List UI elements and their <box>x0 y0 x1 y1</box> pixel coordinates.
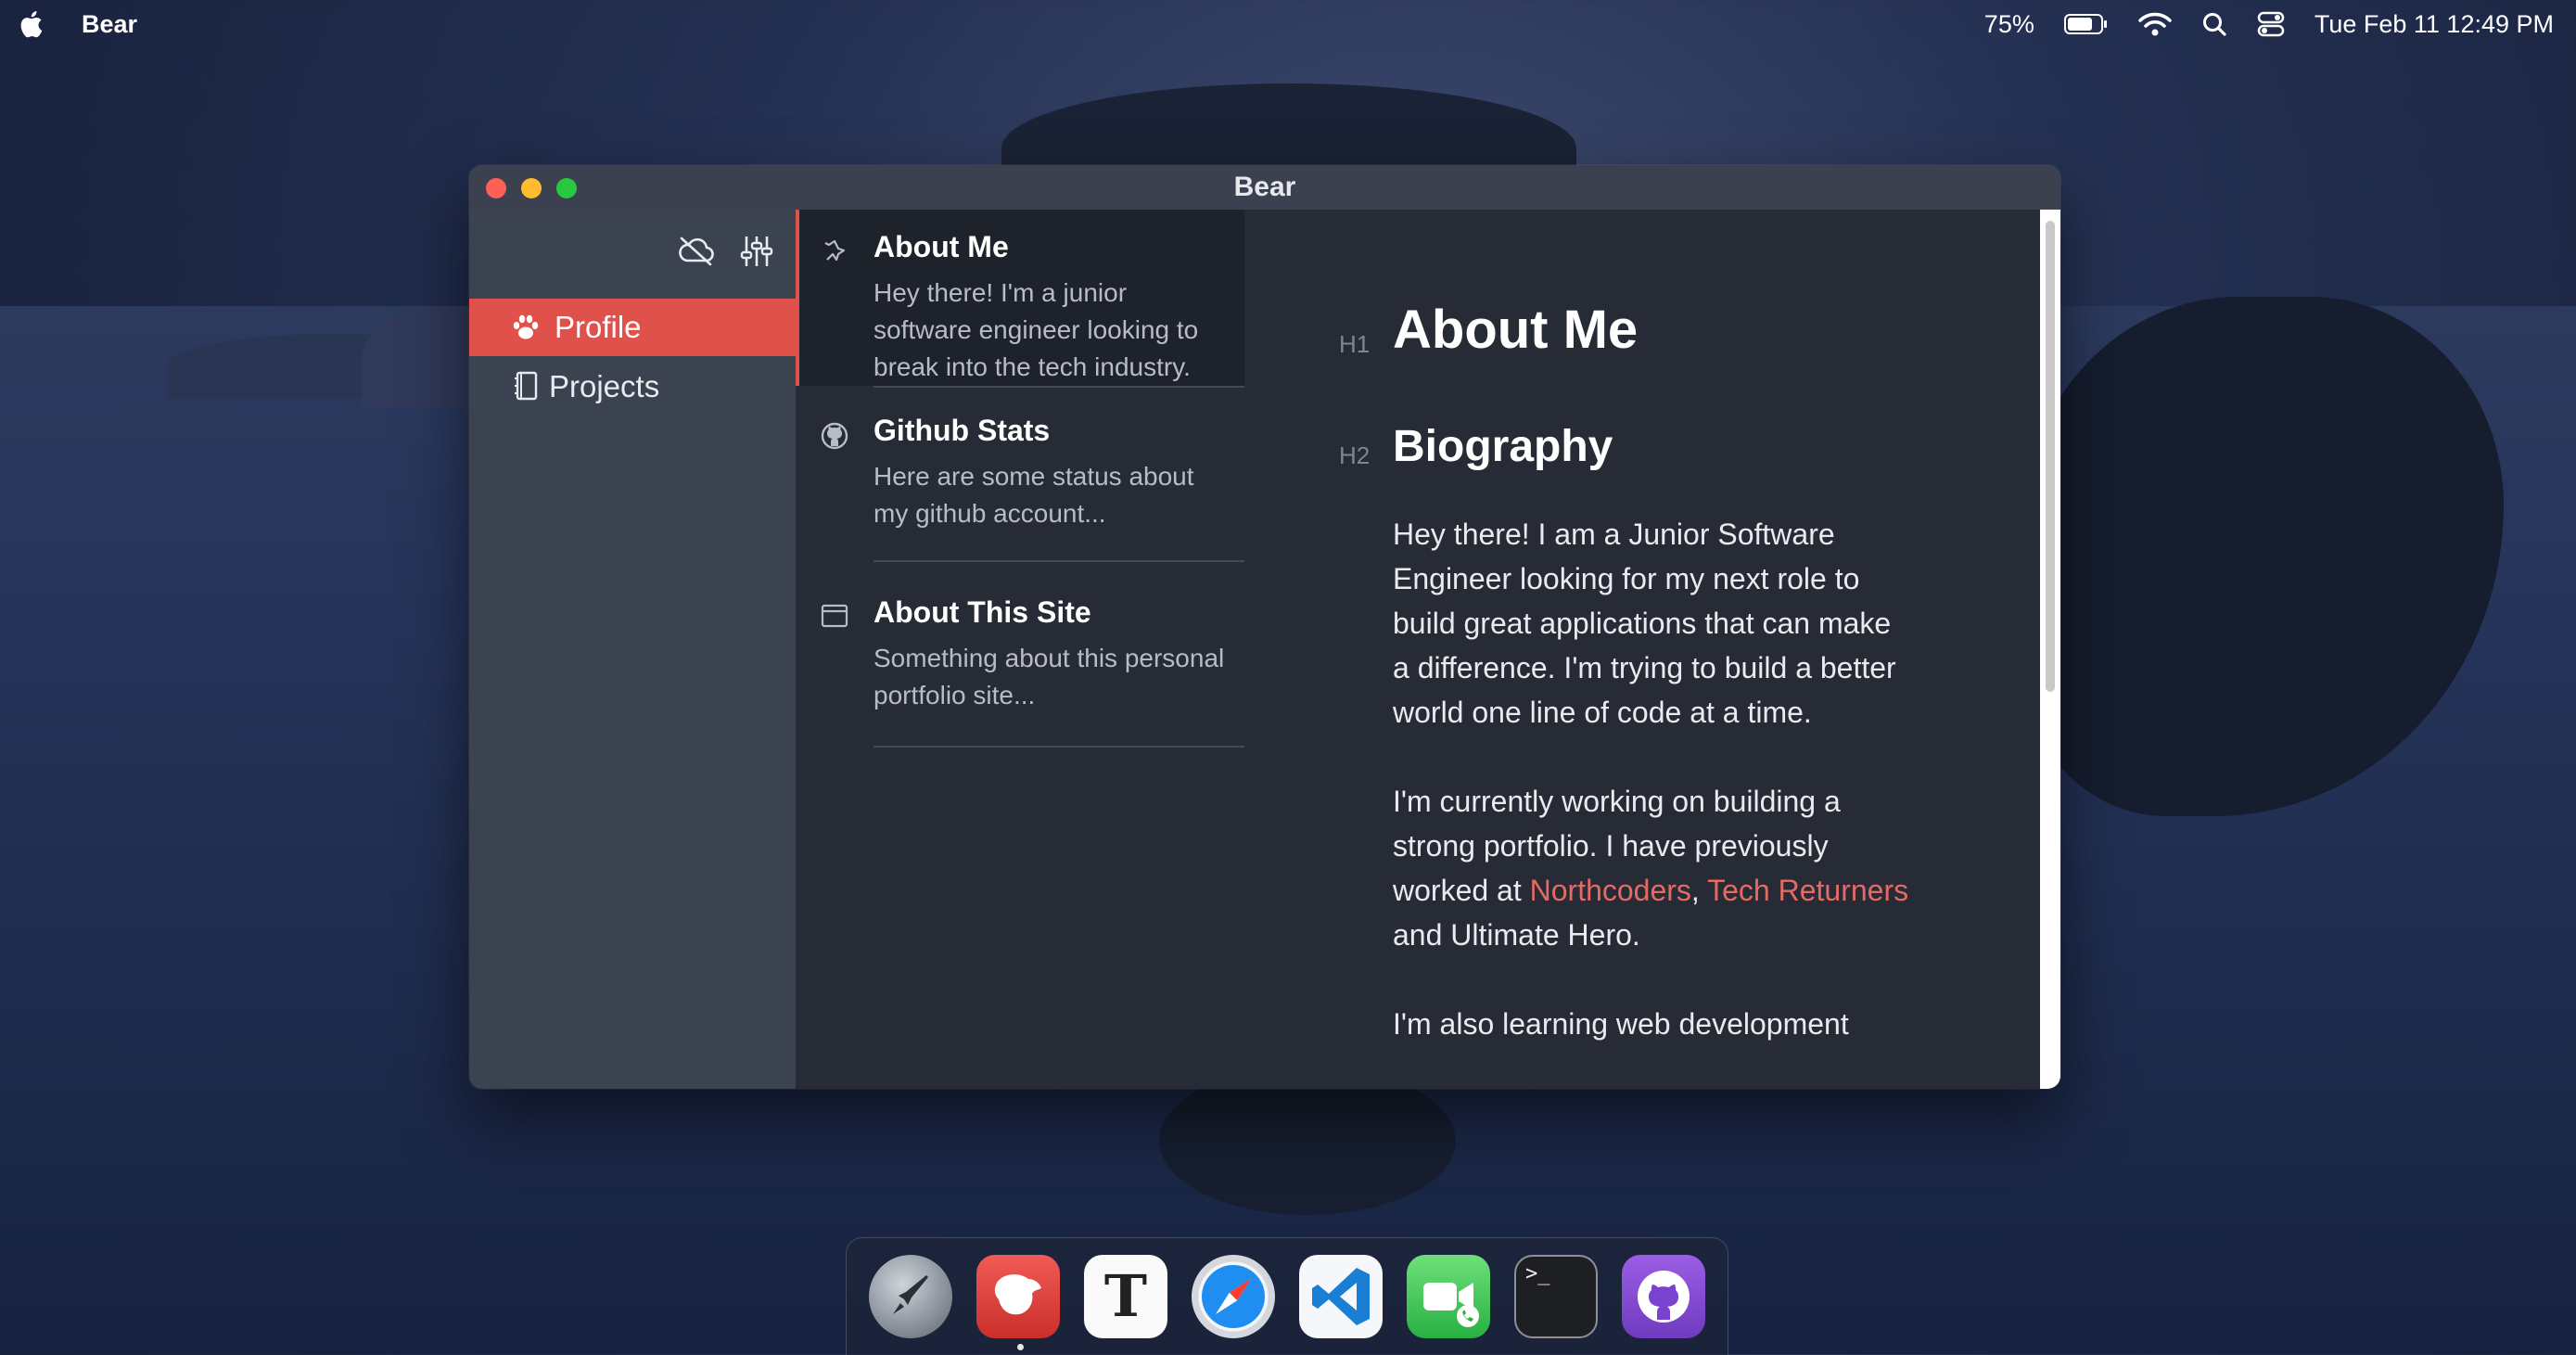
typora-icon[interactable]: T <box>1084 1255 1167 1338</box>
vscode-icon[interactable] <box>1299 1255 1383 1338</box>
note-heading-h1: About Me <box>1393 300 1639 360</box>
window-title: Bear <box>1233 172 1296 202</box>
paragraph-biography: Hey there! I am a Junior Software Engine… <box>1393 518 1896 729</box>
sidebar-item-label: Projects <box>549 369 660 403</box>
note-title: About This Site <box>874 595 1091 629</box>
paw-icon <box>510 312 542 343</box>
menu-app-name[interactable]: Bear <box>82 10 137 39</box>
terminal-icon[interactable]: >_ <box>1514 1255 1598 1338</box>
bear-window: Bear Profile Projects About Me Hey there… <box>469 165 2060 1089</box>
heading-marker-h2: H2 <box>1339 441 1371 469</box>
window-controls <box>486 178 577 198</box>
battery-icon[interactable] <box>2063 13 2109 35</box>
scrollbar-thumb[interactable] <box>2046 221 2055 692</box>
sliders-icon[interactable] <box>740 234 773 269</box>
apple-logo-icon[interactable] <box>19 10 43 38</box>
launchpad-icon[interactable] <box>869 1255 952 1338</box>
pin-icon <box>824 239 846 262</box>
dock: T >_ <box>846 1237 1728 1355</box>
note-item-github-stats[interactable]: Github Stats Here are some status about … <box>796 401 1244 562</box>
sidebar-item-profile[interactable]: Profile <box>469 299 796 356</box>
sidebar-toolbar <box>677 234 773 269</box>
notebook-icon <box>510 371 542 403</box>
note-heading-h2: Biography <box>1393 422 1613 471</box>
minimize-button[interactable] <box>521 178 542 198</box>
typora-glyph: T <box>1103 1262 1148 1330</box>
spotlight-search-icon[interactable] <box>2201 11 2227 37</box>
sidebar: Profile Projects <box>469 210 796 1089</box>
github-icon <box>821 422 848 450</box>
wifi-icon[interactable] <box>2138 11 2172 37</box>
note-editor[interactable]: H1 About Me H2 Biography Hey there! I am… <box>1244 210 2040 1089</box>
link-northcoders[interactable]: Northcoders <box>1530 874 1691 907</box>
sidebar-item-projects[interactable]: Projects <box>469 358 796 415</box>
github-desktop-icon[interactable] <box>1622 1255 1705 1338</box>
heading-marker-h1: H1 <box>1339 330 1371 358</box>
link-tech-returners[interactable]: Tech Returners <box>1707 874 1908 907</box>
cloud-off-icon[interactable] <box>677 234 716 267</box>
zoom-button[interactable] <box>556 178 577 198</box>
paragraph-text: and Ultimate Hero. <box>1393 918 1640 952</box>
wallpaper-island <box>1159 1067 1456 1215</box>
paragraph-portfolio: I'm currently working on building a stro… <box>1393 779 1912 957</box>
paragraph-text: , <box>1690 874 1708 907</box>
note-title: Github Stats <box>874 414 1051 447</box>
editor-scrollbar[interactable] <box>2040 210 2060 1089</box>
terminal-prompt: >_ <box>1525 1262 1550 1285</box>
paragraph-learning: I'm also learning web development <box>1393 1007 1849 1041</box>
note-snippet: Hey there! I'm a junior software enginee… <box>874 278 1199 381</box>
running-indicator <box>1017 1344 1024 1350</box>
close-button[interactable] <box>486 178 506 198</box>
bear-icon[interactable] <box>976 1255 1060 1338</box>
control-center-icon[interactable] <box>2257 11 2285 37</box>
window-titlebar[interactable]: Bear <box>469 165 2060 210</box>
menu-clock[interactable]: Tue Feb 11 12:49 PM <box>2315 10 2554 39</box>
menu-bar: Bear 75% Tue Feb 11 12:49 PM <box>0 0 2576 48</box>
divider <box>874 560 1244 562</box>
note-snippet: Something about this personal portfolio … <box>874 644 1225 709</box>
divider <box>874 386 1244 388</box>
facetime-icon[interactable] <box>1407 1255 1490 1338</box>
divider <box>874 746 1244 748</box>
note-list: About Me Hey there! I'm a junior softwar… <box>796 210 1246 1089</box>
note-item-about-me[interactable]: About Me Hey there! I'm a junior softwar… <box>796 210 1244 386</box>
sidebar-item-label: Profile <box>555 310 642 344</box>
note-item-about-this-site[interactable]: About This Site Something about this per… <box>796 579 1244 748</box>
note-snippet: Here are some status about my github acc… <box>874 462 1194 528</box>
battery-percentage[interactable]: 75% <box>1984 10 2034 39</box>
note-title: About Me <box>874 230 1009 263</box>
safari-icon[interactable] <box>1192 1255 1275 1338</box>
browser-window-icon <box>821 604 848 628</box>
